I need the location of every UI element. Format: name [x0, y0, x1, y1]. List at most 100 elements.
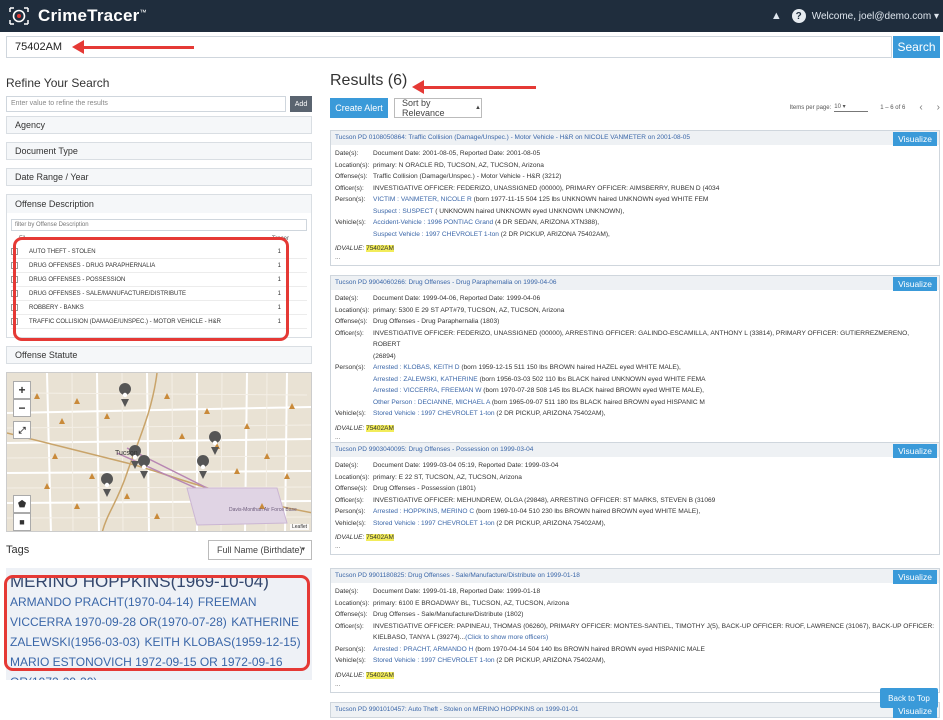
annotation-box-tags — [4, 575, 310, 671]
field-label: Date(s): — [335, 462, 359, 469]
idvalue-highlight: 75402AM — [366, 424, 394, 432]
more-indicator: ... — [335, 543, 341, 550]
field-value: Drug Offenses - Possession (1801) — [373, 485, 476, 492]
zoom-out-button[interactable]: − — [13, 399, 31, 417]
bell-icon[interactable]: ▲ — [771, 10, 782, 22]
facet-offense-statute[interactable]: Offense Statute — [6, 346, 312, 364]
result-field: Location(s): primary: 5300 E 29 ST APT#79… — [335, 305, 935, 317]
field-value: INVESTIGATIVE OFFICER: PAPINEAU, THOMAS … — [373, 622, 935, 630]
person-link[interactable]: Suspect Vehicle : 1997 CHEVROLET 1-ton — [373, 231, 499, 238]
field-value: (born 1970-07-28 508 145 lbs BLACK haire… — [481, 387, 704, 394]
field-label: Location(s): — [335, 161, 370, 169]
field-label: Vehicle(s): — [335, 219, 366, 226]
next-page-icon[interactable]: › — [937, 102, 940, 113]
field-value: Document Date: 2001-08-05, Reported Date… — [373, 150, 541, 157]
field-label: Person(s): — [335, 196, 366, 203]
field-label: Offense(s): — [335, 173, 368, 180]
result-field: Person(s): VICTIM : VANMETER, NICOLE R (b… — [335, 194, 935, 217]
field-value: (born 1965-09-07 511 180 lbs BLACK haire… — [490, 398, 705, 406]
idvalue-highlight: 75402AM — [366, 534, 394, 541]
field-value: (2 DR PICKUP, ARIZONA 75402AM), — [494, 519, 606, 527]
result-field: Vehicle(s): Stored Vehicle : 1997 CHEVROL… — [335, 408, 935, 420]
draw-polygon-icon[interactable]: ⬟ — [13, 495, 31, 513]
field-label: Vehicle(s): — [335, 657, 366, 664]
help-icon[interactable]: ? — [791, 9, 806, 23]
result-field: Date(s): Document Date: 1999-03-04 05:19,… — [335, 460, 935, 472]
field-label: Location(s): — [335, 599, 370, 607]
result-field: Offense(s): Traffic Collision (Damage/Uns… — [335, 171, 935, 183]
search-button[interactable]: Search — [893, 36, 940, 58]
visualize-button[interactable]: Visualize — [893, 570, 937, 584]
person-link[interactable]: (Click to show more officers) — [465, 634, 548, 641]
back-to-top-button[interactable]: Back to Top — [880, 688, 938, 708]
result-card-title[interactable]: Tucson PD 9903040095: Drug Offenses - Po… — [331, 443, 939, 457]
field-value: (born 1977-11-15 504 125 lbs UNKNOWN hai… — [471, 196, 709, 203]
result-card: Tucson PD 0108050864: Traffic Collision … — [330, 130, 940, 266]
annotation-arrow-search — [72, 40, 194, 54]
person-link[interactable]: Arrested : HOPPKINS, MERINO C — [373, 508, 474, 515]
person-link[interactable]: VICTIM : VANMETER, NICOLE R — [373, 196, 472, 203]
draw-rectangle-icon[interactable]: ■ — [13, 513, 31, 531]
person-link[interactable]: Other Person : DECIANNE, MICHAEL A — [373, 399, 490, 406]
person-link[interactable]: Arrested : PRACHT, ARMANDO H — [373, 646, 473, 653]
person-link[interactable]: Arrested : VICCERRA, FREEMAN W — [373, 387, 481, 394]
add-refine-button[interactable]: Add — [290, 96, 312, 112]
person-link[interactable]: Accident-Vehicle : 1996 PONTIAC Grand — [373, 219, 493, 226]
result-field: Person(s): Arrested : PRACHT, ARMANDO H (… — [335, 644, 935, 656]
field-label: Location(s): — [335, 306, 370, 314]
result-field: Person(s): Arrested : KLOBAS, KEITH D (bo… — [335, 362, 935, 408]
field-label: Date(s): — [335, 150, 359, 157]
person-link[interactable]: Stored Vehicle : 1997 CHEVROLET 1-ton — [373, 520, 495, 527]
offense-description-title[interactable]: Offense Description — [7, 195, 311, 213]
visualize-button[interactable]: Visualize — [893, 132, 937, 146]
idvalue-line: IDVALUE: 75402AM — [335, 424, 394, 432]
facet-agency[interactable]: Agency — [6, 116, 312, 134]
field-label: Location(s): — [335, 473, 370, 481]
tags-format-select[interactable]: Full Name (Birthdate) ▾ — [208, 540, 312, 560]
result-card-title[interactable]: Tucson PD 9901180825: Drug Offenses - Sa… — [331, 569, 939, 583]
facet-document-type[interactable]: Document Type — [6, 142, 312, 160]
visualize-button[interactable]: Visualize — [893, 277, 937, 291]
prev-page-icon[interactable]: ‹ — [919, 102, 922, 113]
field-value: primary: 5300 E 29 ST APT#79, TUCSON, AZ… — [373, 306, 565, 314]
field-label: Date(s): — [335, 295, 359, 302]
field-value: (born 1959-12-15 511 150 lbs BROWN haire… — [459, 364, 681, 371]
fullscreen-icon[interactable]: ⤢ — [13, 421, 31, 439]
result-card-title[interactable]: Tucson PD 9901010457: Auto Theft - Stole… — [331, 703, 939, 717]
welcome-user-menu[interactable]: Welcome, joel@demo.com ▾ — [812, 11, 939, 22]
offense-filter-input[interactable]: filter by Offense Description — [11, 219, 307, 231]
field-label: Vehicle(s): — [335, 519, 366, 527]
result-card-title[interactable]: Tucson PD 0108050864: Traffic Collision … — [331, 131, 939, 145]
result-field: Offense(s): Drug Offenses - Possession (1… — [335, 483, 935, 495]
more-indicator: ... — [335, 680, 341, 688]
facet-date-range[interactable]: Date Range / Year — [6, 168, 312, 186]
annotation-box-offenses — [13, 237, 289, 341]
refine-title: Refine Your Search — [6, 76, 110, 90]
result-field: Vehicle(s): Stored Vehicle : 1997 CHEVROL… — [335, 518, 935, 530]
map-view[interactable]: Tucson Davis-Monthan Air Force Base + − … — [6, 372, 312, 532]
result-card-title[interactable]: Tucson PD 9904060266: Drug Offenses - Dr… — [331, 276, 939, 290]
more-indicator: ... — [335, 433, 341, 441]
person-link[interactable]: Stored Vehicle : 1997 CHEVROLET 1-ton — [373, 657, 495, 664]
result-field: Date(s): Document Date: 2001-08-05, Repor… — [335, 148, 935, 160]
person-link[interactable]: Arrested : ZALEWSKI, KATHERINE — [373, 376, 478, 383]
field-value: primary: N ORACLE RD, TUCSON, AZ, TUCSON… — [373, 161, 544, 169]
create-alert-button[interactable]: Create Alert — [330, 98, 388, 118]
result-card: Tucson PD 9901010457: Auto Theft - Stole… — [330, 702, 940, 718]
refine-input[interactable]: Enter value to refine the results — [6, 96, 286, 112]
app-logo[interactable]: CrimeTracer™ — [6, 5, 147, 27]
result-field: Location(s): primary: E 22 ST, TUCSON, AZ… — [335, 472, 935, 484]
visualize-button[interactable]: Visualize — [893, 444, 937, 458]
zoom-in-button[interactable]: + — [13, 381, 31, 399]
tags-title: Tags — [6, 544, 30, 556]
pagination: Items per page: 10 ▾ 1 – 6 of 6 ‹ › — [789, 102, 940, 113]
map-attribution[interactable]: Leaflet — [289, 524, 309, 530]
sort-dropdown[interactable]: Sort by Relevance ▲ — [394, 98, 482, 118]
items-per-page-select[interactable]: 10 ▾ — [834, 103, 869, 112]
person-link[interactable]: Stored Vehicle : 1997 CHEVROLET 1-ton — [373, 410, 495, 417]
person-link[interactable]: Suspect : SUSPECT — [373, 208, 433, 215]
field-label: Officer(s): — [335, 329, 364, 337]
field-value: ( UNKNOWN haired UNKNOWN eyed UNKNOWN UN… — [433, 207, 625, 215]
person-link[interactable]: Arrested : KLOBAS, KEITH D — [373, 364, 459, 371]
caret-icon: ▲ — [475, 105, 481, 111]
